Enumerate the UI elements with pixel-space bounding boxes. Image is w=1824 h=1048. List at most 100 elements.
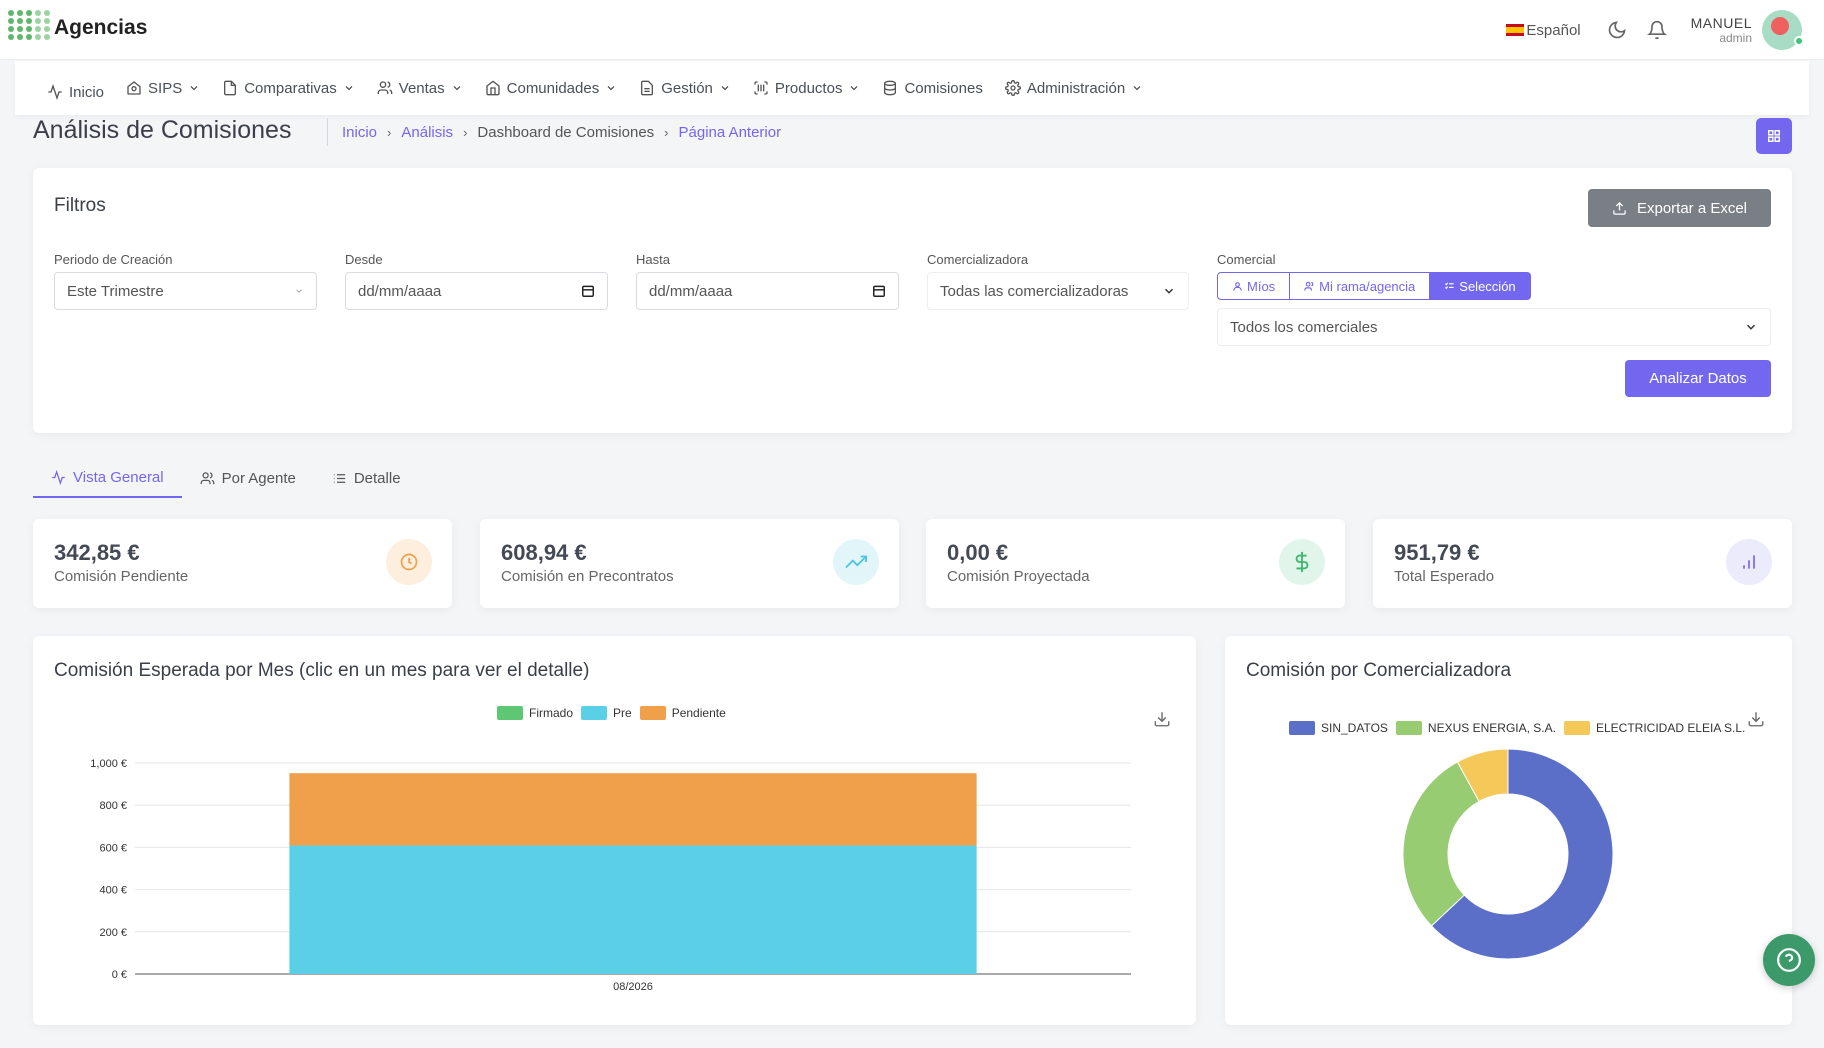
clock-icon (386, 539, 432, 585)
apps-grid-button[interactable] (1756, 118, 1792, 154)
stat-label: Total Esperado (1394, 568, 1495, 585)
nav-item-productos[interactable]: Productos (753, 80, 861, 97)
chevron-down-icon (721, 86, 729, 91)
chevron-down-icon (296, 289, 302, 293)
segment-label: Selección (1459, 278, 1516, 294)
tab-por-agente[interactable]: Por Agente (182, 466, 314, 498)
breadcrumb-separator: › (664, 124, 669, 140)
calendar-icon (582, 285, 594, 297)
document-icon (224, 80, 237, 96)
stat-label: Comisión en Precontratos (501, 568, 674, 585)
stat-value: 0,00 € (947, 540, 1009, 565)
nav-label: Gestión (661, 79, 713, 97)
nav-label: SIPS (148, 79, 183, 97)
user-name: MANUEL (1690, 15, 1752, 31)
stat-card-precontratos: 608,94 € Comisión en Precontratos (480, 519, 899, 608)
gear-icon (1004, 80, 1021, 96)
y-tick-label: 800 € (99, 800, 127, 812)
building-icon (127, 81, 141, 95)
chevron-down-icon (453, 86, 461, 91)
segment-seleccion[interactable]: Selección (1430, 272, 1531, 300)
comercializadora-label: Comercializadora (927, 252, 1029, 267)
online-status-dot (1794, 36, 1804, 46)
stat-card-total: 951,79 € Total Esperado (1373, 519, 1792, 608)
trending-up-icon (833, 539, 879, 585)
top-bar: Agencias Español MANUEL admin (0, 0, 1824, 60)
commercializer-chart-card: Comisión por Comercializadora SIN_DATOS … (1225, 636, 1792, 1025)
nav-item-administracion[interactable]: Administración (1004, 79, 1143, 97)
bell-icon[interactable] (1646, 20, 1667, 40)
segment-mios[interactable]: Míos (1217, 272, 1291, 300)
stat-card-pendiente: 342,85 € Comisión Pendiente (33, 519, 452, 608)
breadcrumb-back[interactable]: Página Anterior (679, 124, 782, 141)
user-info[interactable]: MANUEL admin (1691, 15, 1752, 45)
segment-label: Mi rama/agencia (1319, 278, 1416, 294)
periodo-select[interactable]: Este Trimestre (54, 272, 317, 310)
nav-item-inicio[interactable]: Inicio (47, 84, 104, 101)
segment-mi-rama[interactable]: Mi rama/agencia (1290, 272, 1431, 300)
activity-icon (48, 84, 62, 100)
nav-item-ventas[interactable]: Ventas (377, 80, 463, 97)
nav-label: Comunidades (506, 79, 600, 97)
tab-vista-general[interactable]: Vista General (33, 466, 182, 498)
comercializadora-select[interactable]: Todas las comercializadoras (927, 272, 1189, 310)
list-icon (333, 473, 345, 483)
tab-label: Vista General (73, 468, 164, 486)
view-tabs: Vista General Por Agente Detalle (33, 466, 419, 498)
nav-item-comparativas[interactable]: Comparativas (222, 80, 355, 97)
hasta-date-input[interactable]: dd/mm/aaaa (636, 272, 899, 310)
users-icon (377, 81, 393, 94)
nav-item-comunidades[interactable]: Comunidades (485, 80, 618, 97)
nav-item-gestion[interactable]: Gestión (639, 80, 731, 97)
comerciales-select[interactable]: Todos los comerciales (1217, 308, 1771, 346)
moon-icon[interactable] (1607, 20, 1627, 40)
filters-title: Filtros (54, 195, 106, 216)
nav-label: Comparativas (244, 79, 337, 97)
tab-label: Por Agente (221, 469, 296, 487)
bar-segment-pre[interactable] (289, 845, 977, 974)
nav-label: Inicio (69, 83, 105, 101)
stat-value: 951,79 € (1394, 540, 1480, 565)
main-nav: Inicio SIPS Comparativas Ventas Comunida… (15, 61, 1809, 115)
activity-icon (52, 469, 65, 485)
desde-date-input[interactable]: dd/mm/aaaa (345, 272, 608, 310)
stat-label: Comisión Proyectada (947, 568, 1090, 585)
tab-label: Detalle (353, 469, 401, 487)
language-selector[interactable]: Español (1506, 21, 1581, 39)
filters-card: Filtros Exportar a Excel Periodo de Crea… (33, 168, 1792, 433)
tab-detalle[interactable]: Detalle (314, 466, 419, 498)
language-label: Español (1526, 21, 1581, 39)
periodo-label: Periodo de Creación (54, 252, 173, 267)
hasta-placeholder: dd/mm/aaaa (649, 282, 733, 300)
database-icon (884, 80, 897, 96)
comerciales-value: Todos los comerciales (1230, 318, 1378, 336)
x-tick-label: 08/2026 (613, 981, 653, 993)
analyze-data-button[interactable]: Analizar Datos (1625, 360, 1771, 397)
breadcrumb-inicio[interactable]: Inicio (342, 124, 377, 141)
chevron-down-icon (1133, 86, 1141, 91)
nav-label: Comisiones (904, 79, 983, 97)
breadcrumb-separator: › (387, 124, 392, 140)
app-title: Agencias (54, 16, 148, 39)
chevron-down-icon (851, 86, 858, 91)
help-button[interactable] (1763, 934, 1815, 986)
segment-label: Míos (1247, 278, 1276, 294)
comercial-label: Comercial (1217, 252, 1276, 267)
user-role: admin (1719, 31, 1752, 45)
bar-segment-pendiente[interactable] (289, 773, 977, 846)
breadcrumb-analisis[interactable]: Análisis (401, 124, 453, 141)
desde-label: Desde (345, 252, 383, 267)
nav-label: Administración (1026, 79, 1126, 97)
nav-item-comisiones[interactable]: Comisiones (882, 79, 983, 97)
users-icon (200, 471, 214, 484)
nav-item-sips[interactable]: SIPS (126, 80, 200, 97)
chevron-down-icon (607, 86, 615, 91)
stacked-bar-chart: 0 € 200 € 400 € 600 € 800 € 1,000 € 08/2026 (90, 758, 1131, 993)
export-excel-button[interactable]: Exportar a Excel (1588, 189, 1771, 227)
calendar-icon (873, 285, 885, 297)
monthly-commission-chart-card: Comisión Esperada por Mes (clic en un me… (33, 636, 1196, 1025)
bar-chart-icon (1726, 539, 1772, 585)
y-tick-label: 600 € (99, 842, 127, 854)
stat-label: Comisión Pendiente (54, 568, 189, 585)
app-logo[interactable] (8, 10, 51, 40)
